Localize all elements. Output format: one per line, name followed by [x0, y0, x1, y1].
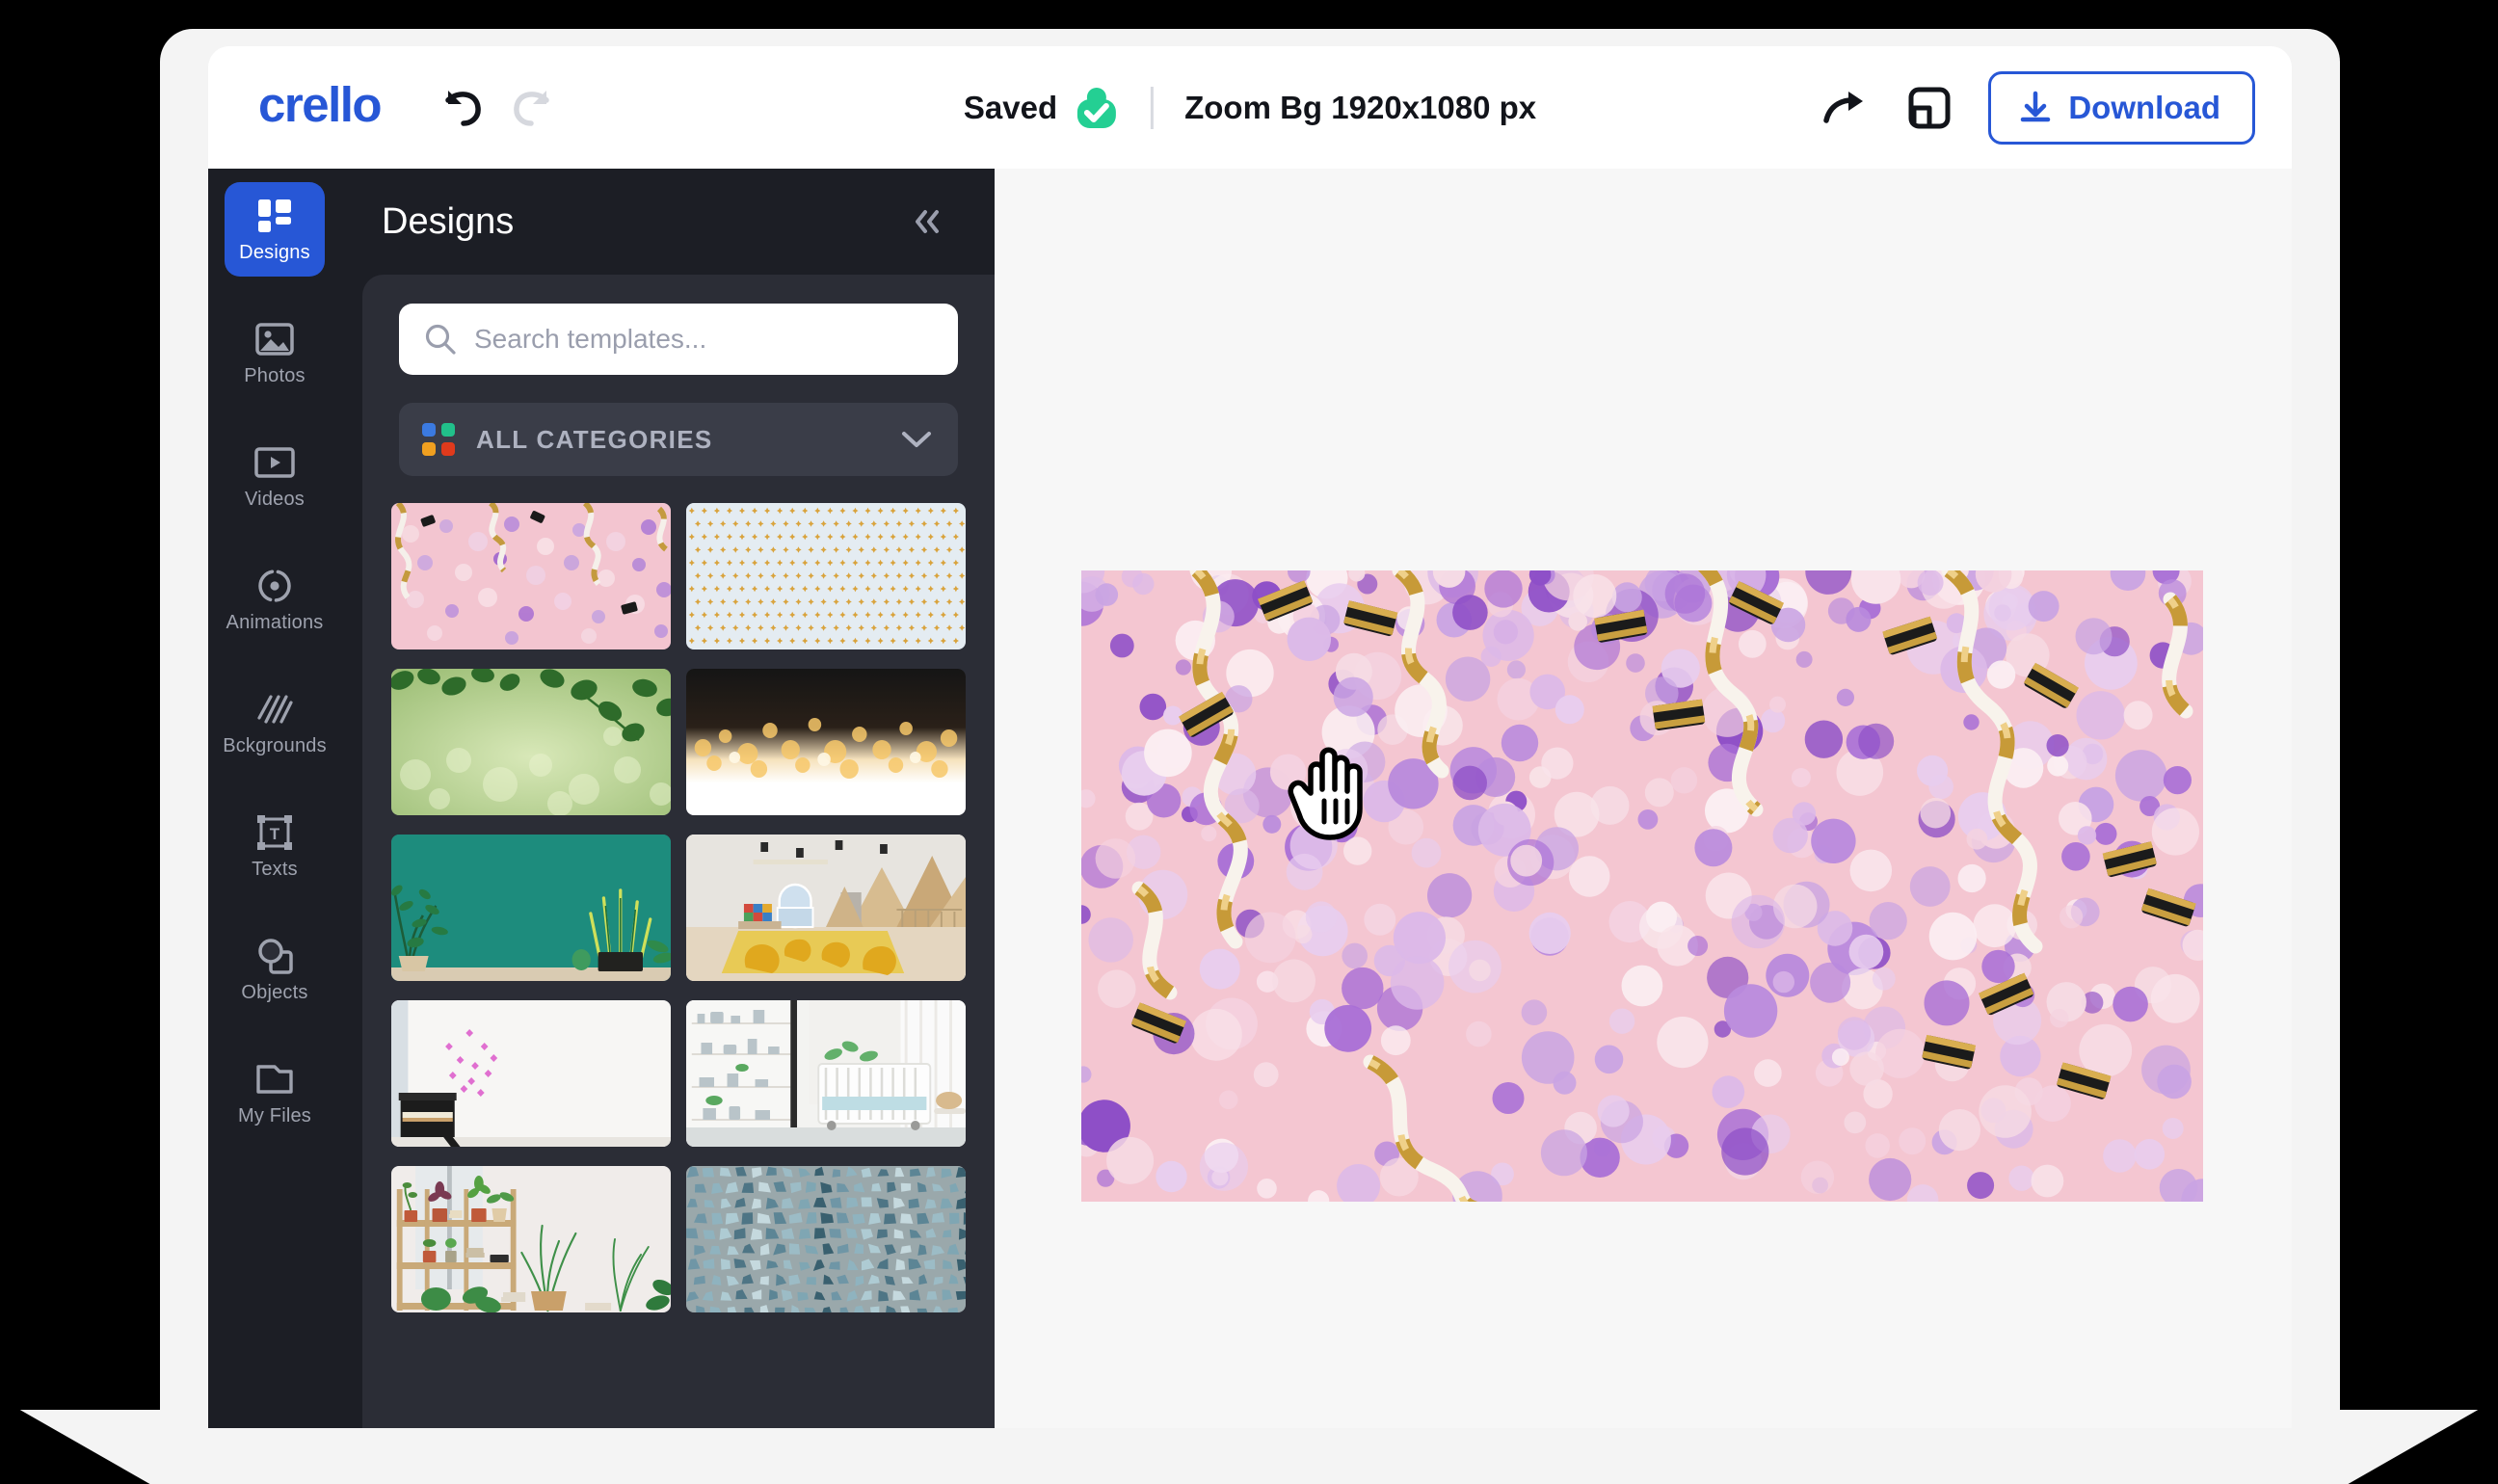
divider: [1151, 86, 1155, 129]
download-label: Download: [2068, 89, 2220, 125]
template-thumb-gold-stars-on-pale-blue[interactable]: [686, 503, 966, 649]
page-title: Designs: [382, 200, 515, 242]
saved-status: Saved: [964, 86, 1120, 130]
sidebar-item-texts[interactable]: T Texts: [225, 799, 325, 893]
design-canvas[interactable]: [1081, 570, 2203, 1202]
sidebar-item-photos[interactable]: Photos: [225, 305, 325, 400]
cloud-check-icon: [1077, 87, 1117, 128]
editor-body: Designs Photos Videos Animations Bckgrou…: [208, 169, 2292, 1428]
template-thumb-pink-confetti-streamers[interactable]: [391, 503, 671, 649]
shapes-icon: [256, 936, 293, 976]
sidebar-item-animations[interactable]: Animations: [225, 552, 325, 647]
share-arrow-icon: [1823, 91, 1864, 123]
sidebar-item-label: Texts: [252, 858, 298, 880]
search-field[interactable]: [399, 304, 958, 375]
image-icon: [255, 319, 294, 359]
template-thumb-piano-butterflies-wall[interactable]: [391, 1000, 671, 1147]
template-thumb-green-bokeh-leaves[interactable]: [391, 669, 671, 815]
resize-canvas-button[interactable]: [1903, 82, 1955, 134]
crello-logo[interactable]: crello: [258, 80, 383, 135]
undo-redo-group: [435, 82, 560, 134]
document-status-group: Saved Zoom Bg 1920x1080 px: [964, 86, 1536, 130]
sidebar-item-label: Bckgrounds: [223, 734, 327, 756]
designs-panel: Designs Search templates... ALL CATEGORI…: [341, 169, 995, 1428]
canvas-workspace[interactable]: [995, 169, 2292, 1428]
resize-canvas-icon: [1908, 87, 1951, 128]
sidebar-item-label: Photos: [244, 364, 306, 386]
chevron-double-left-icon: [916, 210, 939, 233]
chevron-down-icon: [902, 432, 931, 447]
four-dots-icon: [422, 423, 455, 456]
undo-arrow-icon: [445, 90, 481, 126]
confetti-artwork: [1081, 570, 2203, 1202]
folder-icon: [255, 1059, 294, 1100]
svg-text:T: T: [270, 825, 280, 843]
sidebar-item-bckgrounds[interactable]: Bckgrounds: [223, 676, 327, 770]
redo-button[interactable]: [508, 82, 560, 134]
category-select[interactable]: ALL CATEGORIES: [399, 403, 958, 476]
orbit-dot-icon: [256, 566, 293, 606]
video-play-icon: [254, 442, 295, 483]
panel-header: Designs: [341, 169, 995, 275]
crello-editor-window: crello Saved Zoom Bg 1920x1080 px Downlo…: [208, 46, 2292, 1428]
sidebar-item-objects[interactable]: Objects: [225, 922, 325, 1017]
panel-content: ALL CATEGORIES: [362, 275, 995, 1428]
search-input[interactable]: [474, 324, 933, 355]
saved-label: Saved: [963, 89, 1058, 125]
grid-icon: [256, 196, 293, 236]
sidebar-item-label: Designs: [239, 241, 310, 263]
template-thumb-gold-bokeh-lights[interactable]: [686, 669, 966, 815]
sidebar-item-my-files[interactable]: My Files: [225, 1046, 325, 1140]
redo-arrow-icon: [514, 90, 549, 126]
download-icon: [2021, 91, 2051, 121]
laptop-mockup: crello Saved Zoom Bg 1920x1080 px Downlo…: [0, 0, 2498, 1484]
topbar-actions: Download: [1819, 70, 2255, 145]
text-box-icon: T: [256, 812, 293, 853]
template-grid: [391, 503, 966, 1312]
sidebar-item-label: Videos: [245, 488, 305, 510]
template-thumb-plant-shelf-window[interactable]: [391, 1166, 671, 1312]
sidebar-item-videos[interactable]: Videos: [225, 429, 325, 523]
editor-top-bar: crello Saved Zoom Bg 1920x1080 px Downlo…: [208, 46, 2292, 169]
tool-rail: Designs Photos Videos Animations Bckgrou…: [208, 169, 341, 1428]
sidebar-item-label: Animations: [226, 611, 324, 633]
sidebar-item-label: Objects: [241, 981, 308, 1003]
template-thumb-kids-room-bean-bags[interactable]: [686, 835, 966, 981]
hatch-lines-icon: [256, 689, 293, 729]
template-thumb-blue-stone-mosaic[interactable]: [686, 1166, 966, 1312]
collapse-panel-button[interactable]: [908, 205, 946, 238]
category-select-label: ALL CATEGORIES: [476, 424, 713, 454]
download-button[interactable]: Download: [1988, 70, 2255, 145]
undo-button[interactable]: [435, 82, 487, 134]
document-title[interactable]: Zoom Bg 1920x1080 px: [1184, 90, 1536, 126]
template-thumb-plants-on-teal-wall[interactable]: [391, 835, 671, 981]
sidebar-item-designs[interactable]: Designs: [225, 182, 325, 277]
search-icon: [425, 324, 456, 355]
share-button[interactable]: [1819, 82, 1871, 134]
template-thumb-white-nursery-crib[interactable]: [686, 1000, 966, 1147]
sidebar-item-label: My Files: [237, 1104, 312, 1126]
